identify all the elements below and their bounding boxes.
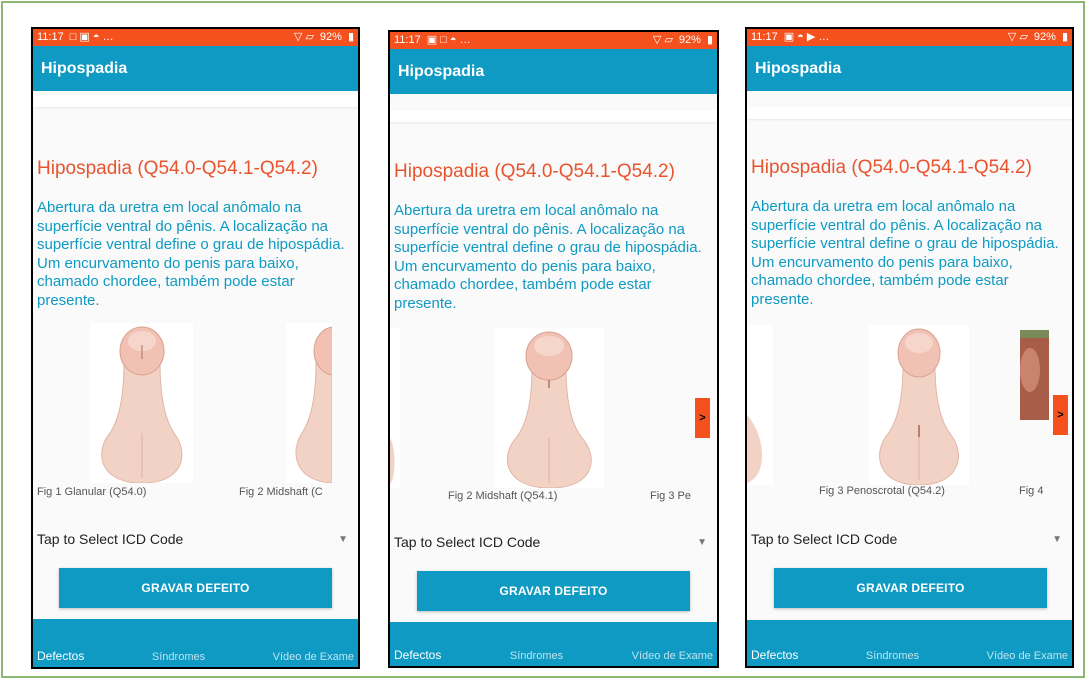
defect-title: Hipospadia (Q54.0-Q54.1-Q54.2) — [37, 158, 318, 179]
clinical-photo — [1020, 330, 1049, 420]
dropdown-caret-icon: ▼ — [1052, 533, 1062, 545]
figure-caption: Fig 1 Glanular (Q54.0) — [37, 486, 147, 498]
anatomy-illustration-midshaft — [506, 331, 592, 488]
phone-screen-1: 11:17 □ ▣ ◓ … ▽ ▱ 92% ▮ Hipospadia Hipos… — [31, 27, 360, 669]
figure-image-prev[interactable] — [390, 328, 400, 488]
figure-image-next[interactable] — [1020, 330, 1049, 420]
anatomy-illustration-glanular — [101, 326, 183, 483]
bottom-navigation: Defectos Síndromes Vídeo de Exame — [747, 620, 1072, 666]
nav-tab-defectos[interactable]: Defectos — [394, 648, 441, 662]
defect-title: Hipospadia (Q54.0-Q54.1-Q54.2) — [751, 157, 1032, 178]
figure-image[interactable] — [494, 328, 604, 488]
figure-caption-next: Fig 2 Midshaft (C — [239, 486, 323, 498]
icd-code-select-label: Tap to Select ICD Code — [37, 531, 184, 547]
battery-level: 92% — [1033, 31, 1056, 43]
icd-code-select[interactable]: Tap to Select ICD Code ▼ — [37, 527, 348, 551]
battery-icon: ▮ — [1061, 31, 1068, 43]
figure-image[interactable] — [90, 323, 193, 483]
icd-code-select[interactable]: Tap to Select ICD Code ▼ — [394, 530, 707, 554]
nav-tab-video-exame[interactable]: Vídeo de Exame — [987, 650, 1068, 662]
defect-description: Abertura da uretra em local anômalo na s… — [37, 199, 345, 309]
figure-caption-next: Fig 4 — [1019, 485, 1044, 497]
battery-icon: ▮ — [347, 31, 354, 43]
anatomy-illustration-partial — [747, 415, 763, 483]
nav-tab-sindromes[interactable]: Síndromes — [152, 651, 205, 663]
status-bar: 11:17 □ ▣ ◓ … ▽ ▱ 92% ▮ — [33, 29, 358, 46]
app-title: Hipospadia — [398, 62, 485, 80]
status-bar: 11:17 ▣ ◓ ▶ … ▽ ▱ 92% ▮ — [747, 29, 1072, 46]
figure-caption: Fig 3 Penoscrotal (Q54.2) — [819, 485, 945, 497]
figure-carousel[interactable]: Fig 1 Glanular (Q54.0) Fig 2 Midshaft (C — [33, 323, 358, 501]
status-time: 11:17 — [37, 31, 64, 43]
figure-caption-next: Fig 3 Pe — [650, 490, 691, 502]
status-time: 11:17 — [394, 34, 421, 46]
signal-icon: ▽ ▱ — [652, 34, 673, 46]
battery-level: 92% — [678, 34, 701, 46]
icd-code-select[interactable]: Tap to Select ICD Code ▼ — [751, 527, 1062, 551]
content-top-strip — [33, 95, 358, 107]
status-time: 11:17 — [751, 31, 778, 43]
dropdown-caret-icon: ▼ — [697, 536, 707, 548]
defect-description: Abertura da uretra em local anômalo na s… — [751, 198, 1059, 308]
phone-screen-2: 11:17 ▣ □ ◓ … ▽ ▱ 92% ▮ Hipospadia Hipos… — [388, 30, 719, 668]
record-defect-button[interactable]: GRAVAR DEFEITO — [417, 571, 690, 611]
carousel-next-button[interactable]: > — [695, 398, 710, 438]
figure-carousel[interactable]: > Fig 2 Midshaft (Q54.1) Fig 3 Pe — [390, 328, 717, 508]
bottom-navigation: Defectos Síndromes Vídeo de Exame — [390, 622, 717, 666]
phone-screen-3: 11:17 ▣ ◓ ▶ … ▽ ▱ 92% ▮ Hipospadia Hipos… — [745, 27, 1074, 668]
defect-title: Hipospadia (Q54.0-Q54.1-Q54.2) — [394, 161, 675, 182]
anatomy-illustration-partial — [390, 438, 395, 484]
nav-tab-video-exame[interactable]: Vídeo de Exame — [273, 651, 354, 663]
figure-caption: Fig 2 Midshaft (Q54.1) — [448, 490, 558, 502]
app-title: Hipospadia — [41, 59, 128, 77]
figure-image-next[interactable] — [286, 323, 332, 483]
nav-tab-defectos[interactable]: Defectos — [37, 649, 84, 663]
signal-icon: ▽ ▱ — [1007, 31, 1028, 43]
battery-icon: ▮ — [706, 34, 713, 46]
figure-image-prev[interactable] — [747, 325, 773, 485]
nav-tab-video-exame[interactable]: Vídeo de Exame — [632, 650, 713, 662]
app-title: Hipospadia — [755, 59, 842, 77]
app-bar: Hipospadia — [747, 46, 1072, 91]
content-top-strip — [747, 107, 1072, 119]
bottom-navigation: Defectos Síndromes Vídeo de Exame — [33, 619, 358, 667]
icd-code-select-label: Tap to Select ICD Code — [751, 531, 898, 547]
carousel-next-button[interactable]: > — [1053, 395, 1068, 435]
app-bar: Hipospadia — [33, 46, 358, 91]
nav-tab-sindromes[interactable]: Síndromes — [510, 650, 563, 662]
icd-code-select-label: Tap to Select ICD Code — [394, 534, 541, 550]
signal-icon: ▽ ▱ — [293, 31, 314, 43]
record-defect-button[interactable]: GRAVAR DEFEITO — [59, 568, 332, 608]
notification-icons: □ ▣ ◓ … — [69, 31, 114, 43]
content-top-strip — [390, 110, 717, 122]
notification-icons: ▣ □ ◓ … — [426, 34, 471, 46]
defect-description: Abertura da uretra em local anômalo na s… — [394, 202, 702, 312]
nav-tab-sindromes[interactable]: Síndromes — [866, 650, 919, 662]
nav-tab-defectos[interactable]: Defectos — [751, 648, 798, 662]
anatomy-illustration-penoscrotal — [879, 328, 959, 485]
figure-image[interactable] — [869, 325, 969, 485]
app-bar: Hipospadia — [390, 49, 717, 94]
battery-level: 92% — [319, 31, 342, 43]
anatomy-illustration-partial — [295, 326, 332, 483]
figure-carousel[interactable]: > Fig 3 Penoscrotal (Q54.2) Fig 4 — [747, 325, 1072, 505]
record-defect-button[interactable]: GRAVAR DEFEITO — [774, 568, 1047, 608]
notification-icons: ▣ ◓ ▶ … — [783, 31, 830, 43]
dropdown-caret-icon: ▼ — [338, 533, 348, 545]
status-bar: 11:17 ▣ □ ◓ … ▽ ▱ 92% ▮ — [390, 32, 717, 49]
